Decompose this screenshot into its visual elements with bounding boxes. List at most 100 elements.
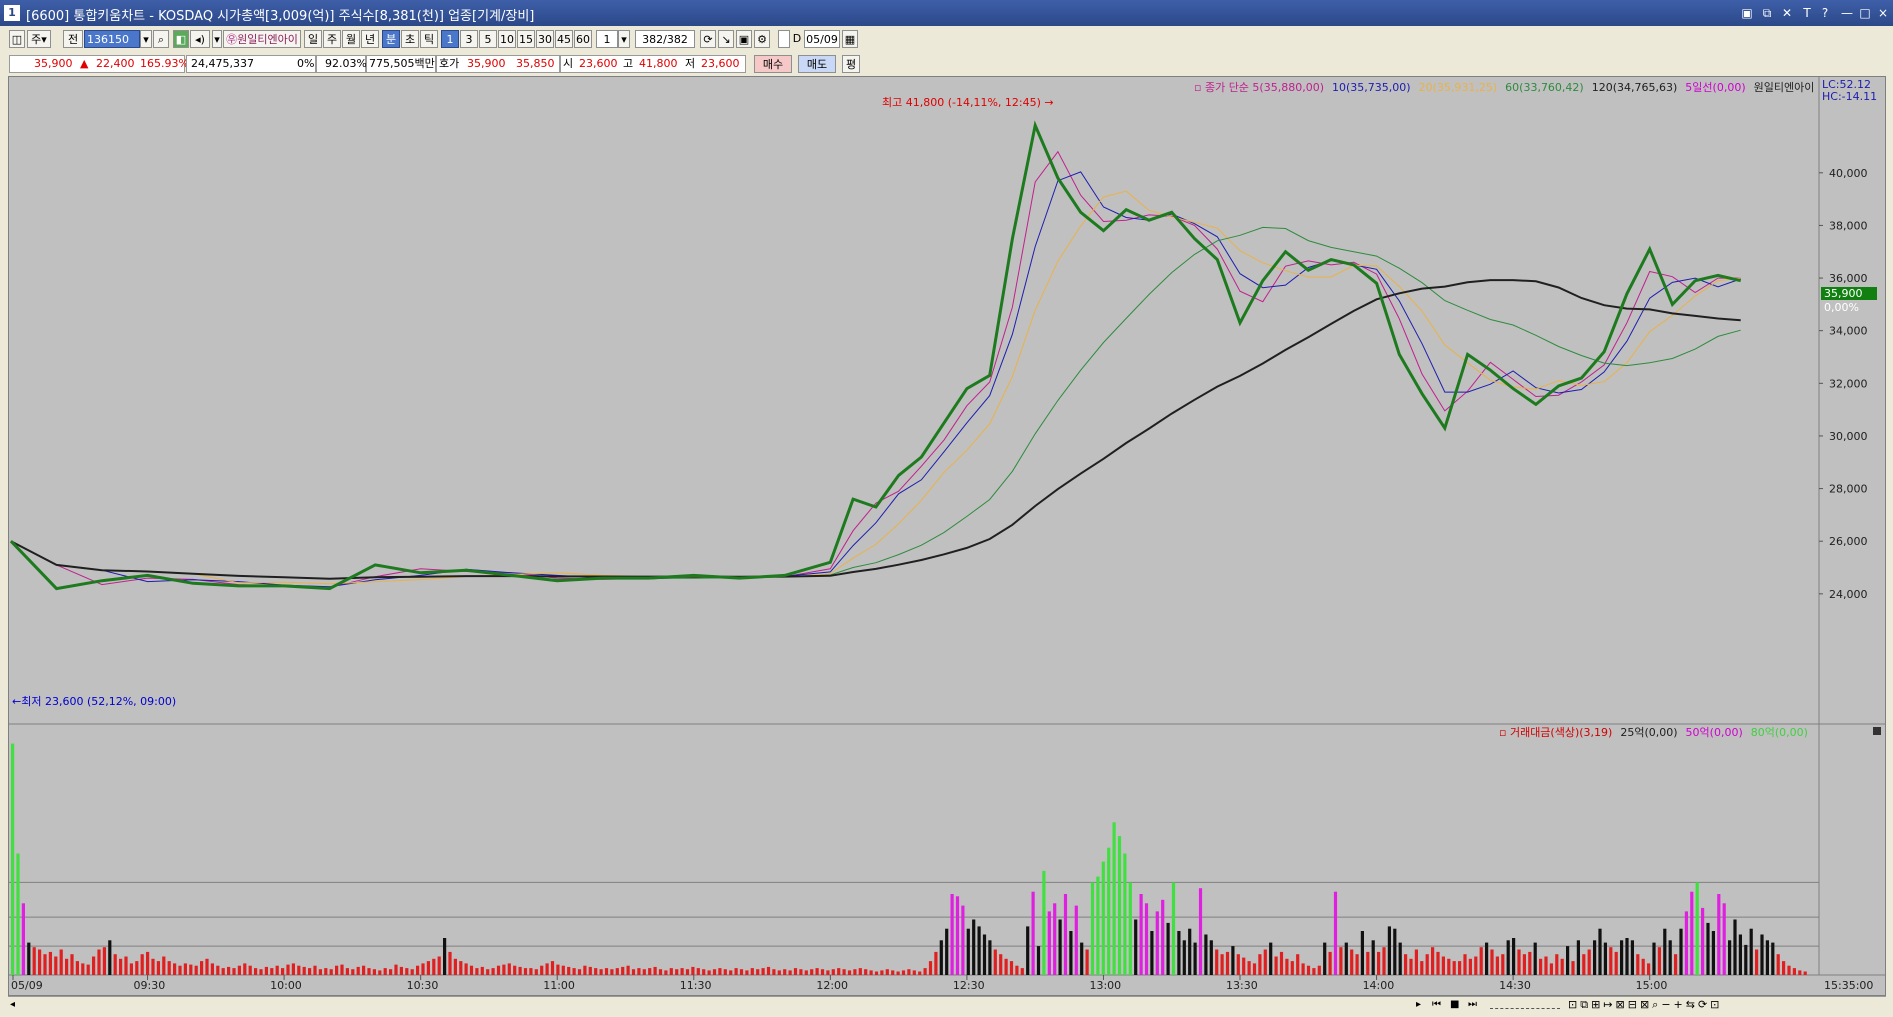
volume-bar: [1387, 926, 1391, 975]
hoga-bid: 35,850: [516, 57, 555, 70]
period-type-select[interactable]: 주▾: [27, 30, 51, 48]
stock-name-label[interactable]: ㉾원일티엔아이: [223, 30, 301, 48]
volume-bar: [1161, 899, 1165, 975]
period-button-month[interactable]: 월: [342, 30, 360, 48]
volume-bar: [313, 965, 317, 975]
date-input[interactable]: 05/09: [804, 30, 840, 48]
speaker-dropdown-chevron-icon[interactable]: ▾: [212, 30, 222, 48]
volume-bar: [1512, 938, 1516, 975]
chart-area[interactable]: 40,000 38,000 36,000 34,000 32,000 30,000 28,0…: [8, 76, 1886, 996]
interval-button-45[interactable]: 45: [555, 30, 573, 48]
window-title: [6600] 통합키움차트 - KOSDAQ 시가총액[3,009(억)] 주식…: [26, 9, 535, 24]
window-close-button[interactable]: ×: [1874, 4, 1892, 22]
rewind-icon[interactable]: ⏮: [1432, 999, 1441, 1010]
interval-input[interactable]: 1: [596, 30, 618, 48]
window-tile-icon[interactable]: ⧉: [1758, 4, 1776, 22]
interval-button-3[interactable]: 3: [460, 30, 478, 48]
volume-bar: [977, 926, 981, 975]
scroll-left-icon[interactable]: ◂: [10, 999, 15, 1010]
volume-bar: [1479, 947, 1483, 975]
volume-bar: [156, 961, 160, 975]
calendar-icon[interactable]: ▦: [842, 30, 858, 48]
volume-bar: [1728, 940, 1732, 975]
volume-bar: [567, 966, 571, 975]
date-checkbox[interactable]: [778, 30, 790, 48]
stock-code-input[interactable]: 136150: [84, 30, 140, 48]
volume-bar: [75, 961, 79, 975]
volume-bar: [1582, 954, 1586, 975]
volume-panel-collapse-icon[interactable]: [1873, 727, 1881, 735]
volume-bar: [955, 896, 960, 975]
interval-button-10[interactable]: 10: [498, 30, 516, 48]
volume-bar: [1452, 961, 1456, 975]
volume-bar: [1458, 961, 1462, 975]
forward-icon[interactable]: ⏭: [1468, 999, 1477, 1010]
settings-gear-icon[interactable]: ⚙: [754, 30, 770, 48]
buy-button[interactable]: 매수: [754, 55, 792, 73]
interval-button-5[interactable]: 5: [479, 30, 497, 48]
period-button-week[interactable]: 주: [323, 30, 341, 48]
period-button-minute[interactable]: 분: [382, 30, 400, 48]
window-maximize-button[interactable]: □: [1856, 4, 1874, 22]
volume-bar: [459, 961, 463, 975]
interval-button-60[interactable]: 60: [574, 30, 592, 48]
volume-bar: [135, 961, 139, 975]
interval-button-1[interactable]: 1: [441, 30, 459, 48]
volume-bar: [1603, 942, 1607, 975]
save-icon[interactable]: ▣: [736, 30, 752, 48]
window-pin-icon[interactable]: ✕: [1778, 4, 1796, 22]
volume-bar: [1755, 949, 1759, 975]
zoom-slider[interactable]: [1490, 1002, 1560, 1009]
volume-bar: [1711, 931, 1715, 975]
period-button-tick[interactable]: 틱: [420, 30, 438, 48]
trend-icon[interactable]: ↘: [718, 30, 734, 48]
interval-button-30[interactable]: 30: [536, 30, 554, 48]
volume-bar: [939, 940, 943, 975]
layout-icon[interactable]: ◫: [9, 30, 25, 48]
chart-scrollbar[interactable]: ◂ ▸ ⏮ ■ ⏭ ⊡⧉⊞↦⊠⊟⊠⌕−+⇆⟳⊡: [8, 996, 1886, 1015]
price-change-box: 35,900 ▲ 22,400 165.93%: [9, 55, 189, 73]
refresh-icon[interactable]: ⟳: [700, 30, 716, 48]
stock-group-icon[interactable]: ◧: [173, 30, 189, 48]
stop-icon[interactable]: ■: [1450, 999, 1459, 1010]
x-tick-label: 12:00: [816, 979, 848, 992]
period-button-day[interactable]: 일: [304, 30, 322, 48]
chart-svg[interactable]: 40,000 38,000 36,000 34,000 32,000 30,000 28,0…: [9, 77, 1885, 995]
code-dropdown-chevron-icon[interactable]: ▾: [140, 30, 152, 48]
volume-bar: [97, 949, 101, 975]
x-tick-label: 11:30: [680, 979, 712, 992]
price-legend-item: ▫ 종가 단순 5(35,880,00): [1194, 81, 1324, 94]
interval-button-15[interactable]: 15: [517, 30, 535, 48]
window-help-icon[interactable]: ?: [1816, 4, 1834, 22]
volume-bar: [281, 968, 285, 975]
volume-bar: [1285, 958, 1289, 975]
mode-button[interactable]: 전: [63, 30, 83, 48]
period-button-year[interactable]: 년: [361, 30, 379, 48]
volume-bar: [275, 965, 279, 975]
high-annotation: 최고 41,800 (-14,11%, 12:45) →: [882, 96, 1054, 109]
volume-bar: [1080, 942, 1084, 975]
volume-bar: [227, 966, 231, 975]
price-legend-item: 10(35,735,00): [1332, 81, 1411, 94]
scroll-right-icon[interactable]: ▸: [1416, 999, 1421, 1010]
volume-bar: [869, 970, 873, 975]
sell-button[interactable]: 매도: [798, 55, 836, 73]
zoom-tools-icon[interactable]: ⊡⧉⊞↦⊠⊟⊠⌕−+⇆⟳⊡: [1568, 998, 1722, 1012]
evaluate-button[interactable]: 평: [842, 55, 860, 73]
search-icon[interactable]: ⌕: [153, 30, 169, 48]
volume-bar: [777, 970, 781, 975]
volume-bar: [1258, 954, 1262, 975]
volume-bar: [113, 954, 117, 975]
volume-bar: [1782, 961, 1786, 975]
window-restore-icon[interactable]: ▣: [1738, 4, 1756, 22]
speaker-icon[interactable]: ◂): [190, 30, 210, 48]
volume-bar: [1242, 957, 1246, 975]
window-minimize-button[interactable]: —: [1838, 4, 1856, 22]
interval-dropdown-chevron-icon[interactable]: ▾: [618, 30, 630, 48]
window-font-icon[interactable]: T: [1798, 4, 1816, 22]
count-field[interactable]: 382/382: [635, 30, 695, 48]
volume-bar: [756, 969, 760, 975]
price-y-tick-label: 28,000: [1829, 483, 1868, 496]
period-button-second[interactable]: 초: [401, 30, 419, 48]
volume-bar: [1749, 928, 1753, 975]
